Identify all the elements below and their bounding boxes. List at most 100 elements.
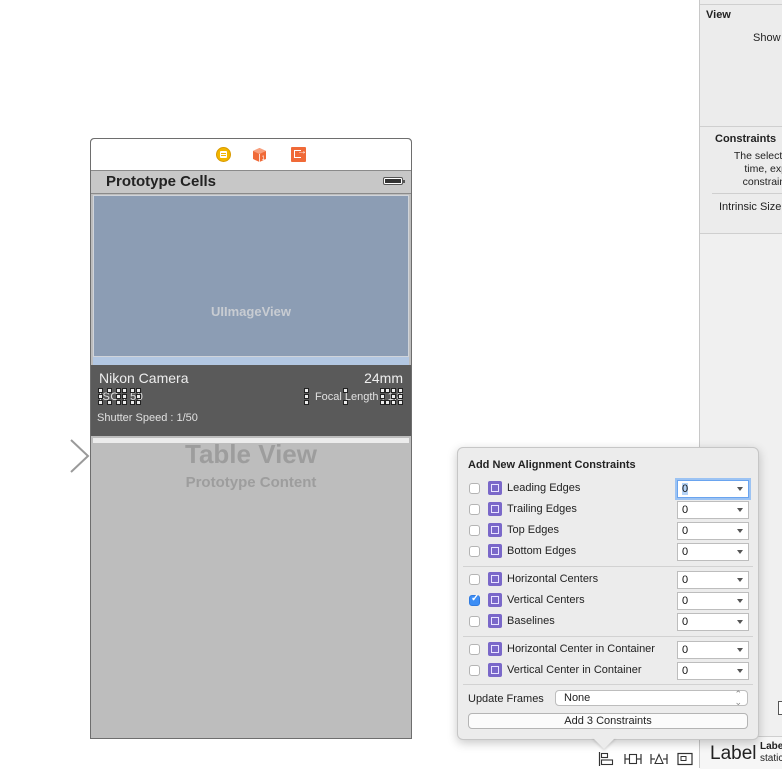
- resize-handle[interactable]: [116, 388, 121, 393]
- combo-value[interactable]: 0: [682, 616, 688, 628]
- leading-edges-value-combo[interactable]: 0: [677, 480, 749, 498]
- resize-handle[interactable]: [391, 388, 396, 393]
- combo-value[interactable]: 0: [682, 644, 688, 656]
- row-label: Vertical Center in Container: [507, 664, 642, 676]
- image-view[interactable]: UIImageView: [93, 195, 409, 357]
- resize-handle[interactable]: [398, 400, 403, 405]
- trailing-edges-checkbox[interactable]: [469, 504, 480, 515]
- horizontal-center-container-value-combo[interactable]: 0: [677, 641, 749, 659]
- popover-pointer: [592, 737, 616, 749]
- trailing-edges-value-combo[interactable]: 0: [677, 501, 749, 519]
- shutter-speed-label[interactable]: Shutter Speed : 1/50: [97, 412, 198, 424]
- dropdown-arrow-icon[interactable]: [737, 599, 743, 603]
- resize-handle[interactable]: [130, 388, 135, 393]
- bottom-edges-value-combo[interactable]: 0: [677, 543, 749, 561]
- resize-handle[interactable]: [107, 388, 112, 393]
- vertical-centers-value-combo[interactable]: 0: [677, 592, 749, 610]
- combo-value[interactable]: 0: [682, 574, 688, 586]
- pin-icon[interactable]: [624, 752, 642, 766]
- constraint-row-horizontal-center-in-container: Horizontal Center in Container 0: [468, 641, 750, 660]
- resize-handle[interactable]: [385, 388, 390, 393]
- combo-value[interactable]: 0: [682, 546, 688, 558]
- update-frames-value[interactable]: None: [564, 692, 590, 704]
- resize-handle[interactable]: [122, 388, 127, 393]
- resize-handle[interactable]: [130, 400, 135, 405]
- resize-handle[interactable]: [116, 394, 121, 399]
- up-down-chevron-icon[interactable]: ⌃ ⌄: [734, 690, 742, 707]
- view-controller-scene[interactable]: 1 Prototype Cells UIImageView Nikon Came…: [90, 138, 412, 739]
- resize-handle[interactable]: [98, 400, 103, 405]
- checkbox[interactable]: [778, 701, 782, 715]
- vertical-centers-checkbox[interactable]: [469, 593, 480, 606]
- dropdown-arrow-icon[interactable]: [737, 487, 743, 491]
- resize-handle[interactable]: [116, 400, 121, 405]
- resize-handle[interactable]: [385, 400, 390, 405]
- horizontal-centers-value-combo[interactable]: 0: [677, 571, 749, 589]
- dropdown-arrow-icon[interactable]: [737, 669, 743, 673]
- leading-edges-checkbox[interactable]: [469, 483, 480, 494]
- combo-value[interactable]: 0: [682, 483, 689, 495]
- combo-value[interactable]: 0: [682, 525, 688, 537]
- resize-handle[interactable]: [136, 388, 141, 393]
- dropdown-arrow-icon[interactable]: [737, 550, 743, 554]
- constraint-row-vertical-center-in-container: Vertical Center in Container 0: [468, 662, 750, 681]
- dropdown-arrow-icon[interactable]: [737, 529, 743, 533]
- prototype-cell[interactable]: Nikon Camera 24mm ISO : 50 Focal Length …: [91, 365, 411, 436]
- resize-handle[interactable]: [304, 400, 309, 405]
- baselines-value-combo[interactable]: 0: [677, 613, 749, 631]
- resize-handle[interactable]: [136, 394, 141, 399]
- top-edges-value-combo[interactable]: 0: [677, 522, 749, 540]
- resize-handle[interactable]: [343, 400, 348, 405]
- prototype-cells-label: Prototype Cells: [106, 173, 217, 190]
- initial-view-controller-arrow[interactable]: [0, 438, 90, 474]
- combo-value[interactable]: 0: [682, 665, 688, 677]
- prototype-content-label: Prototype Content: [185, 474, 317, 491]
- dropdown-arrow-icon[interactable]: [737, 578, 743, 582]
- dropdown-arrow-icon[interactable]: [737, 648, 743, 652]
- resize-handle[interactable]: [380, 394, 385, 399]
- dropdown-arrow-icon[interactable]: [737, 508, 743, 512]
- camera-name-label[interactable]: Nikon Camera: [99, 370, 188, 386]
- first-responder-icon[interactable]: 1: [252, 147, 267, 162]
- resize-handle[interactable]: [343, 388, 348, 393]
- view-controller-icon[interactable]: [216, 147, 231, 162]
- dropdown-arrow-icon[interactable]: [737, 620, 743, 624]
- add-constraints-button[interactable]: Add 3 Constraints: [468, 713, 748, 729]
- update-frames-select[interactable]: None ⌃ ⌄: [555, 690, 748, 707]
- horizontal-center-container-checkbox[interactable]: [469, 644, 480, 655]
- resize-handle[interactable]: [122, 394, 127, 399]
- divider: [700, 4, 782, 5]
- vertical-center-container-checkbox[interactable]: [469, 665, 480, 676]
- focal-mm-label[interactable]: 24mm: [364, 370, 403, 386]
- resize-handle[interactable]: [391, 400, 396, 405]
- bottom-edges-icon: [488, 544, 502, 558]
- resize-handle[interactable]: [98, 388, 103, 393]
- resize-handle[interactable]: [136, 400, 141, 405]
- resize-handle[interactable]: [398, 388, 403, 393]
- vertical-centers-icon: [488, 593, 502, 607]
- resize-handle[interactable]: [304, 394, 309, 399]
- baselines-checkbox[interactable]: [469, 616, 480, 627]
- vertical-center-container-value-combo[interactable]: 0: [677, 662, 749, 680]
- combo-value[interactable]: 0: [682, 595, 688, 607]
- constraint-row-top-edges: Top Edges 0: [468, 522, 750, 541]
- combo-value[interactable]: 0: [682, 504, 688, 516]
- constraints-section-title: Constraints: [715, 133, 777, 145]
- library-item-description: static: [760, 753, 782, 764]
- resize-handle[interactable]: [304, 388, 309, 393]
- horizontal-centers-checkbox[interactable]: [469, 574, 480, 585]
- resize-handle[interactable]: [391, 394, 396, 399]
- divider: [712, 193, 782, 194]
- exit-icon[interactable]: [291, 146, 307, 162]
- bottom-edges-checkbox[interactable]: [469, 546, 480, 557]
- resizing-behavior-icon[interactable]: [677, 752, 693, 766]
- object-library-item-label[interactable]: Label Label static: [700, 736, 782, 769]
- resize-handle[interactable]: [107, 400, 112, 405]
- top-edges-checkbox[interactable]: [469, 525, 480, 536]
- resize-handle[interactable]: [398, 394, 403, 399]
- resize-handle[interactable]: [98, 394, 103, 399]
- resolve-issues-icon[interactable]: [650, 752, 668, 766]
- divider: [700, 233, 782, 234]
- align-icon[interactable]: [598, 752, 614, 766]
- resize-handle[interactable]: [122, 400, 127, 405]
